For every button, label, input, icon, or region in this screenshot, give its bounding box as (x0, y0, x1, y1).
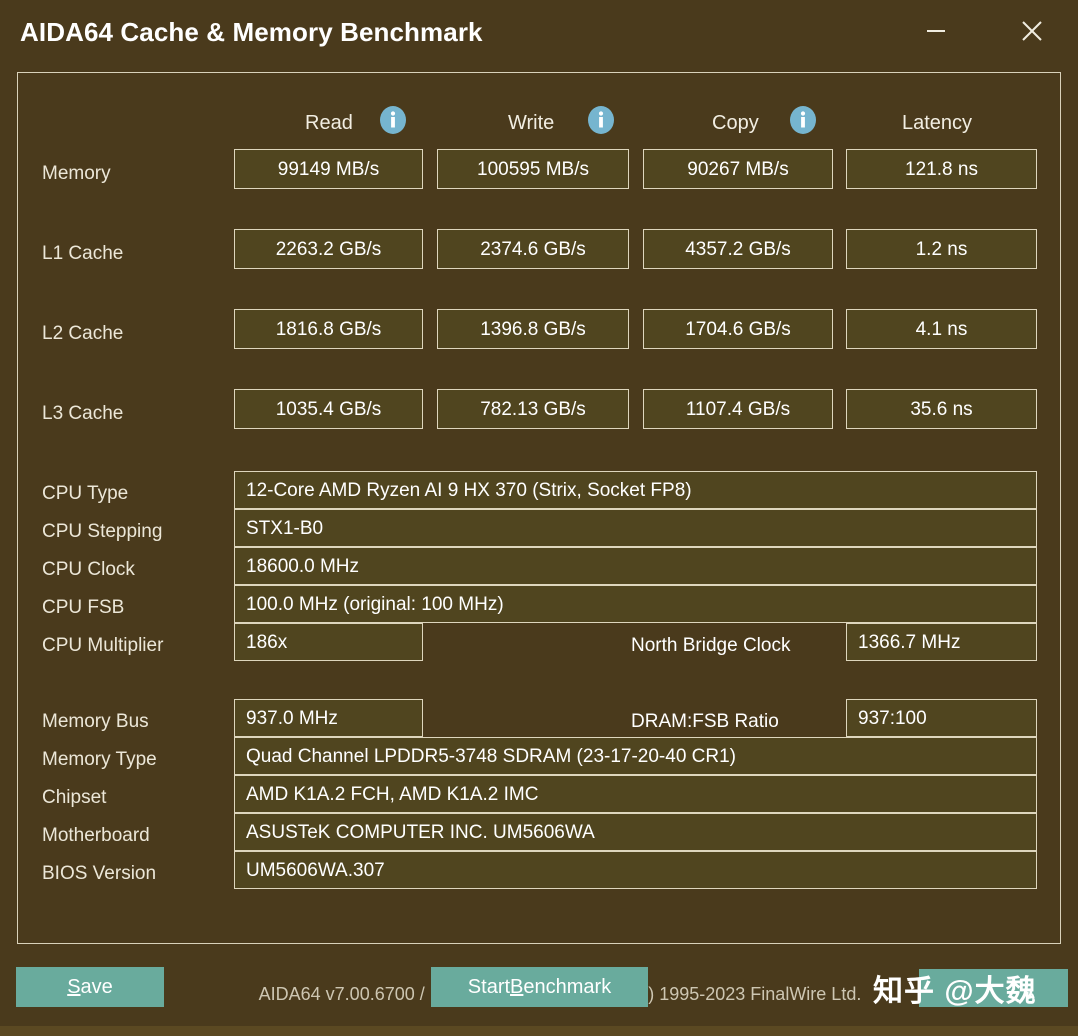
l1-read-value: 2263.2 GB/s (234, 229, 423, 269)
column-header-read: Read (305, 112, 353, 134)
info-icon-write[interactable] (586, 105, 616, 135)
label-north-bridge-clock: North Bridge Clock (631, 635, 791, 656)
l2-latency-value: 4.1 ns (846, 309, 1037, 349)
label-cpu-multiplier: CPU Multiplier (42, 635, 164, 656)
label-cpu-fsb: CPU FSB (42, 597, 125, 618)
benchmark-panel: Read Write Copy Latency Memory 99149 MB/… (17, 72, 1061, 1004)
start-benchmark-button[interactable]: Start Benchmark (431, 967, 648, 1007)
column-header-latency: Latency (902, 112, 973, 134)
row-label-l1-cache: L1 Cache (42, 243, 124, 264)
close-icon (1010, 8, 1054, 52)
value-north-bridge-clock: 1366.7 MHz (846, 623, 1037, 661)
value-memory-type: Quad Channel LPDDR5-3748 SDRAM (23-17-20… (234, 737, 1037, 775)
info-icon-read[interactable] (378, 105, 408, 135)
save-button[interactable]: Save (16, 967, 164, 1007)
label-cpu-stepping: CPU Stepping (42, 521, 163, 542)
memory-latency-value: 121.8 ns (846, 149, 1037, 189)
column-header-copy: Copy (712, 112, 759, 134)
label-motherboard: Motherboard (42, 825, 150, 846)
close-button[interactable] (1010, 8, 1054, 52)
title-bar: AIDA64 Cache & Memory Benchmark (0, 0, 1078, 68)
value-dram-fsb-ratio: 937:100 (846, 699, 1037, 737)
label-memory-bus: Memory Bus (42, 711, 149, 732)
value-motherboard: ASUSTeK COMPUTER INC. UM5606WA (234, 813, 1037, 851)
l1-copy-value: 4357.2 GB/s (643, 229, 833, 269)
l2-read-value: 1816.8 GB/s (234, 309, 423, 349)
minimize-icon (914, 8, 958, 52)
value-cpu-multiplier: 186x (234, 623, 423, 661)
l3-copy-value: 1107.4 GB/s (643, 389, 833, 429)
start-button-accel: B (510, 975, 524, 998)
label-chipset: Chipset (42, 787, 107, 808)
bottom-strip (0, 1026, 1078, 1036)
memory-write-value: 100595 MB/s (437, 149, 629, 189)
label-cpu-type: CPU Type (42, 483, 129, 504)
label-dram-fsb-ratio: DRAM:FSB Ratio (631, 711, 779, 732)
l3-latency-value: 35.6 ns (846, 389, 1037, 429)
save-button-accel: S (67, 975, 81, 998)
save-button-suffix: ave (80, 975, 113, 998)
info-icon-copy[interactable] (788, 105, 818, 135)
value-cpu-type: 12-Core AMD Ryzen AI 9 HX 370 (Strix, So… (234, 471, 1037, 509)
watermark-text: 知乎 @大魏 (873, 975, 1037, 1008)
memory-copy-value: 90267 MB/s (643, 149, 833, 189)
value-bios-version: UM5606WA.307 (234, 851, 1037, 889)
l2-write-value: 1396.8 GB/s (437, 309, 629, 349)
label-cpu-clock: CPU Clock (42, 559, 135, 580)
minimize-button[interactable] (914, 8, 958, 52)
label-bios-version: BIOS Version (42, 863, 157, 884)
value-memory-bus: 937.0 MHz (234, 699, 423, 737)
l2-copy-value: 1704.6 GB/s (643, 309, 833, 349)
value-cpu-stepping: STX1-B0 (234, 509, 1037, 547)
row-label-l3-cache: L3 Cache (42, 403, 124, 424)
label-memory-type: Memory Type (42, 749, 157, 770)
value-chipset: AMD K1A.2 FCH, AMD K1A.2 IMC (234, 775, 1037, 813)
l1-write-value: 2374.6 GB/s (437, 229, 629, 269)
start-button-prefix: Start (467, 975, 511, 998)
value-cpu-clock: 18600.0 MHz (234, 547, 1037, 585)
memory-read-value: 99149 MB/s (234, 149, 423, 189)
start-button-suffix: enchmark (523, 975, 612, 998)
l3-read-value: 1035.4 GB/s (234, 389, 423, 429)
l3-write-value: 782.13 GB/s (437, 389, 629, 429)
column-header-write: Write (508, 112, 555, 134)
page-title: AIDA64 Cache & Memory Benchmark (20, 17, 483, 47)
value-cpu-fsb: 100.0 MHz (original: 100 MHz) (234, 585, 1037, 623)
watermark: 知乎 @大魏 (873, 967, 1068, 1009)
row-label-l2-cache: L2 Cache (42, 323, 124, 344)
row-label-memory: Memory (42, 163, 111, 184)
l1-latency-value: 1.2 ns (846, 229, 1037, 269)
